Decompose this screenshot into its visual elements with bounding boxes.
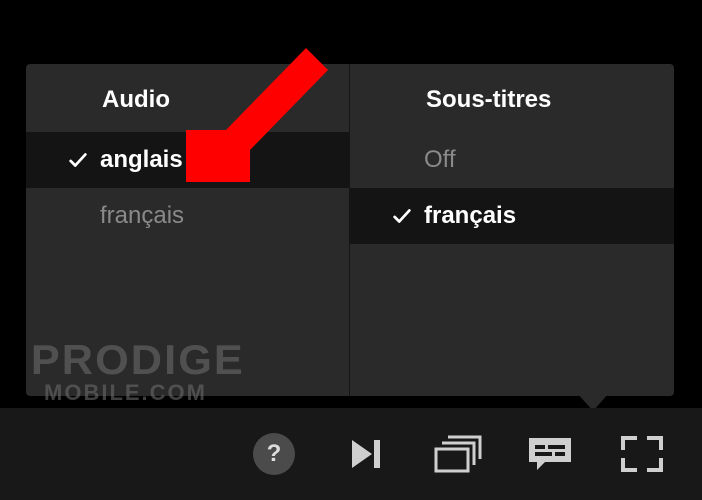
subtitles-header: Sous-titres — [350, 86, 674, 132]
audio-header: Audio — [26, 86, 349, 132]
check-icon — [56, 149, 100, 171]
audio-option-label: anglais — [100, 146, 349, 174]
subtitles-icon — [527, 434, 573, 474]
player-control-bar: ? — [0, 408, 702, 500]
subtitles-audio-button[interactable] — [524, 428, 576, 480]
subtitle-option-francais[interactable]: français — [350, 188, 674, 244]
next-episode-icon — [346, 434, 386, 474]
next-episode-button[interactable] — [340, 428, 392, 480]
help-icon: ? — [253, 433, 295, 475]
subtitles-column: Sous-titres Off français — [350, 64, 674, 396]
fullscreen-button[interactable] — [616, 428, 668, 480]
fullscreen-icon — [619, 434, 665, 474]
audio-option-label: français — [100, 202, 349, 230]
check-icon — [380, 205, 424, 227]
subtitle-option-label: Off — [424, 146, 674, 174]
help-button[interactable]: ? — [248, 428, 300, 480]
audio-option-francais[interactable]: français — [26, 188, 349, 244]
subtitle-option-off[interactable]: Off — [350, 132, 674, 188]
audio-subtitles-popup: Audio anglais français Sous-titres Off f… — [26, 64, 674, 396]
audio-column: Audio anglais français — [26, 64, 350, 396]
subtitle-option-label: français — [424, 202, 674, 230]
episodes-icon — [433, 434, 483, 474]
episodes-button[interactable] — [432, 428, 484, 480]
audio-option-anglais[interactable]: anglais — [26, 132, 349, 188]
